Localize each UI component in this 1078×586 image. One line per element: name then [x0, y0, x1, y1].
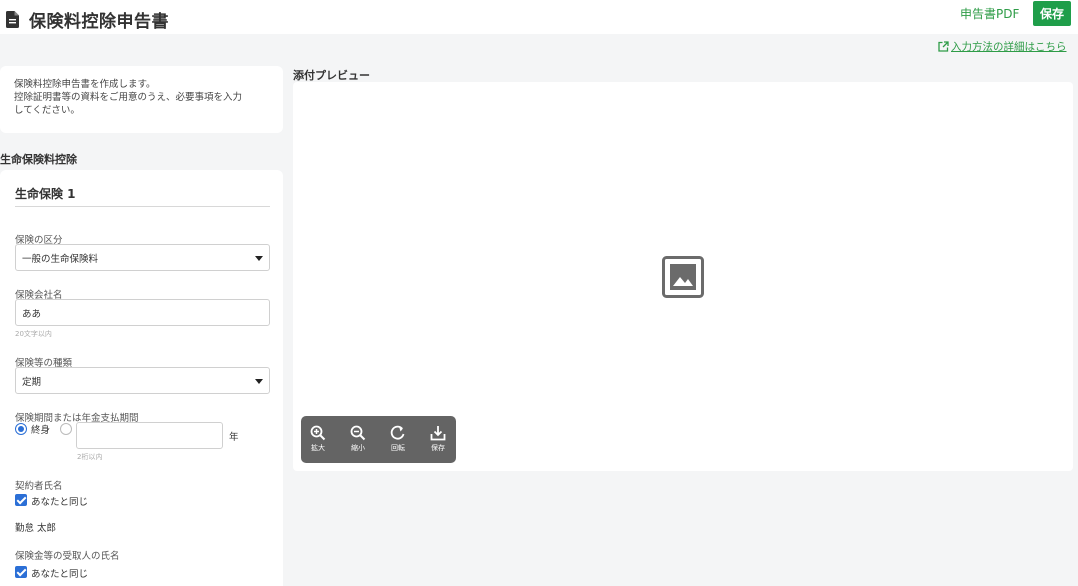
- attachment-preview: 拡大 縮小 回転 保存: [293, 82, 1073, 471]
- zoom-in-button[interactable]: 拡大: [306, 425, 330, 453]
- intro-line: 控除証明書等の資料をご用意のうえ、必要事項を入力: [14, 92, 243, 103]
- contractor-same-label: あなたと同じ: [31, 497, 89, 508]
- external-link-icon: [938, 41, 949, 52]
- contractor-label: 契約者氏名: [15, 481, 63, 492]
- radio-lifetime-label: 終身: [31, 425, 51, 436]
- chevron-down-icon: [255, 379, 263, 384]
- recipient-label: 保険金等の受取人の氏名: [15, 551, 120, 562]
- type-select[interactable]: 定期: [15, 367, 270, 394]
- contractor-same-checkbox[interactable]: [15, 494, 27, 506]
- rotate-label: 回転: [391, 444, 405, 452]
- recipient-same-checkbox[interactable]: [15, 566, 27, 578]
- download-button[interactable]: 保存: [426, 425, 450, 453]
- zoom-in-icon: [310, 425, 326, 441]
- type-value: 定期: [22, 376, 42, 388]
- title-area: 保険料控除申告書: [6, 7, 169, 32]
- period-years-input[interactable]: [76, 422, 223, 449]
- period-unit: 年: [229, 432, 239, 443]
- company-value: ああ: [22, 308, 42, 320]
- zoom-out-icon: [350, 425, 366, 441]
- section-title: 生命保険料控除: [0, 153, 77, 166]
- intro-line: 保険料控除申告書を作成します。: [14, 79, 156, 90]
- intro-card: 保険料控除申告書を作成します。 控除証明書等の資料をご用意のうえ、必要事項を入力…: [0, 66, 283, 133]
- help-link-label: 入力方法の詳細はこちら: [951, 41, 1067, 53]
- save-button[interactable]: 保存: [1033, 1, 1071, 26]
- chevron-down-icon: [255, 256, 263, 261]
- download-icon: [430, 426, 446, 441]
- zoom-out-button[interactable]: 縮小: [346, 425, 370, 453]
- download-label: 保存: [431, 444, 445, 452]
- life-insurance-card: 生命保険 1 保険の区分 一般の生命保険料 保険会社名 ああ 20文字以内 保険…: [0, 170, 283, 586]
- zoom-in-label: 拡大: [311, 444, 325, 452]
- radio-lifetime[interactable]: [15, 423, 27, 435]
- preview-title: 添付プレビュー: [293, 69, 370, 82]
- category-select[interactable]: 一般の生命保険料: [15, 244, 270, 271]
- top-bar: 保険料控除申告書 申告書PDF 保存: [0, 0, 1078, 34]
- radio-years[interactable]: [60, 423, 72, 435]
- document-icon: [6, 11, 19, 28]
- category-value: 一般の生命保険料: [22, 253, 99, 265]
- company-input[interactable]: ああ: [15, 299, 270, 326]
- rotate-button[interactable]: 回転: [386, 425, 410, 453]
- image-placeholder-icon: [662, 256, 704, 298]
- help-link[interactable]: 入力方法の詳細はこちら: [938, 39, 1067, 54]
- period-hint: 2桁以内: [77, 453, 103, 461]
- divider: [15, 206, 270, 207]
- company-hint: 20文字以内: [15, 330, 52, 338]
- contractor-name: 勤怠 太郎: [15, 523, 57, 534]
- pdf-link[interactable]: 申告書PDF: [960, 5, 1019, 22]
- card-heading: 生命保険 1: [15, 187, 76, 201]
- rotate-icon: [390, 425, 405, 440]
- preview-toolbar: 拡大 縮小 回転 保存: [301, 416, 456, 463]
- zoom-out-label: 縮小: [351, 444, 365, 452]
- intro-line: してください。: [14, 105, 80, 116]
- page-title: 保険料控除申告書: [29, 12, 169, 32]
- recipient-same-label: あなたと同じ: [31, 569, 89, 580]
